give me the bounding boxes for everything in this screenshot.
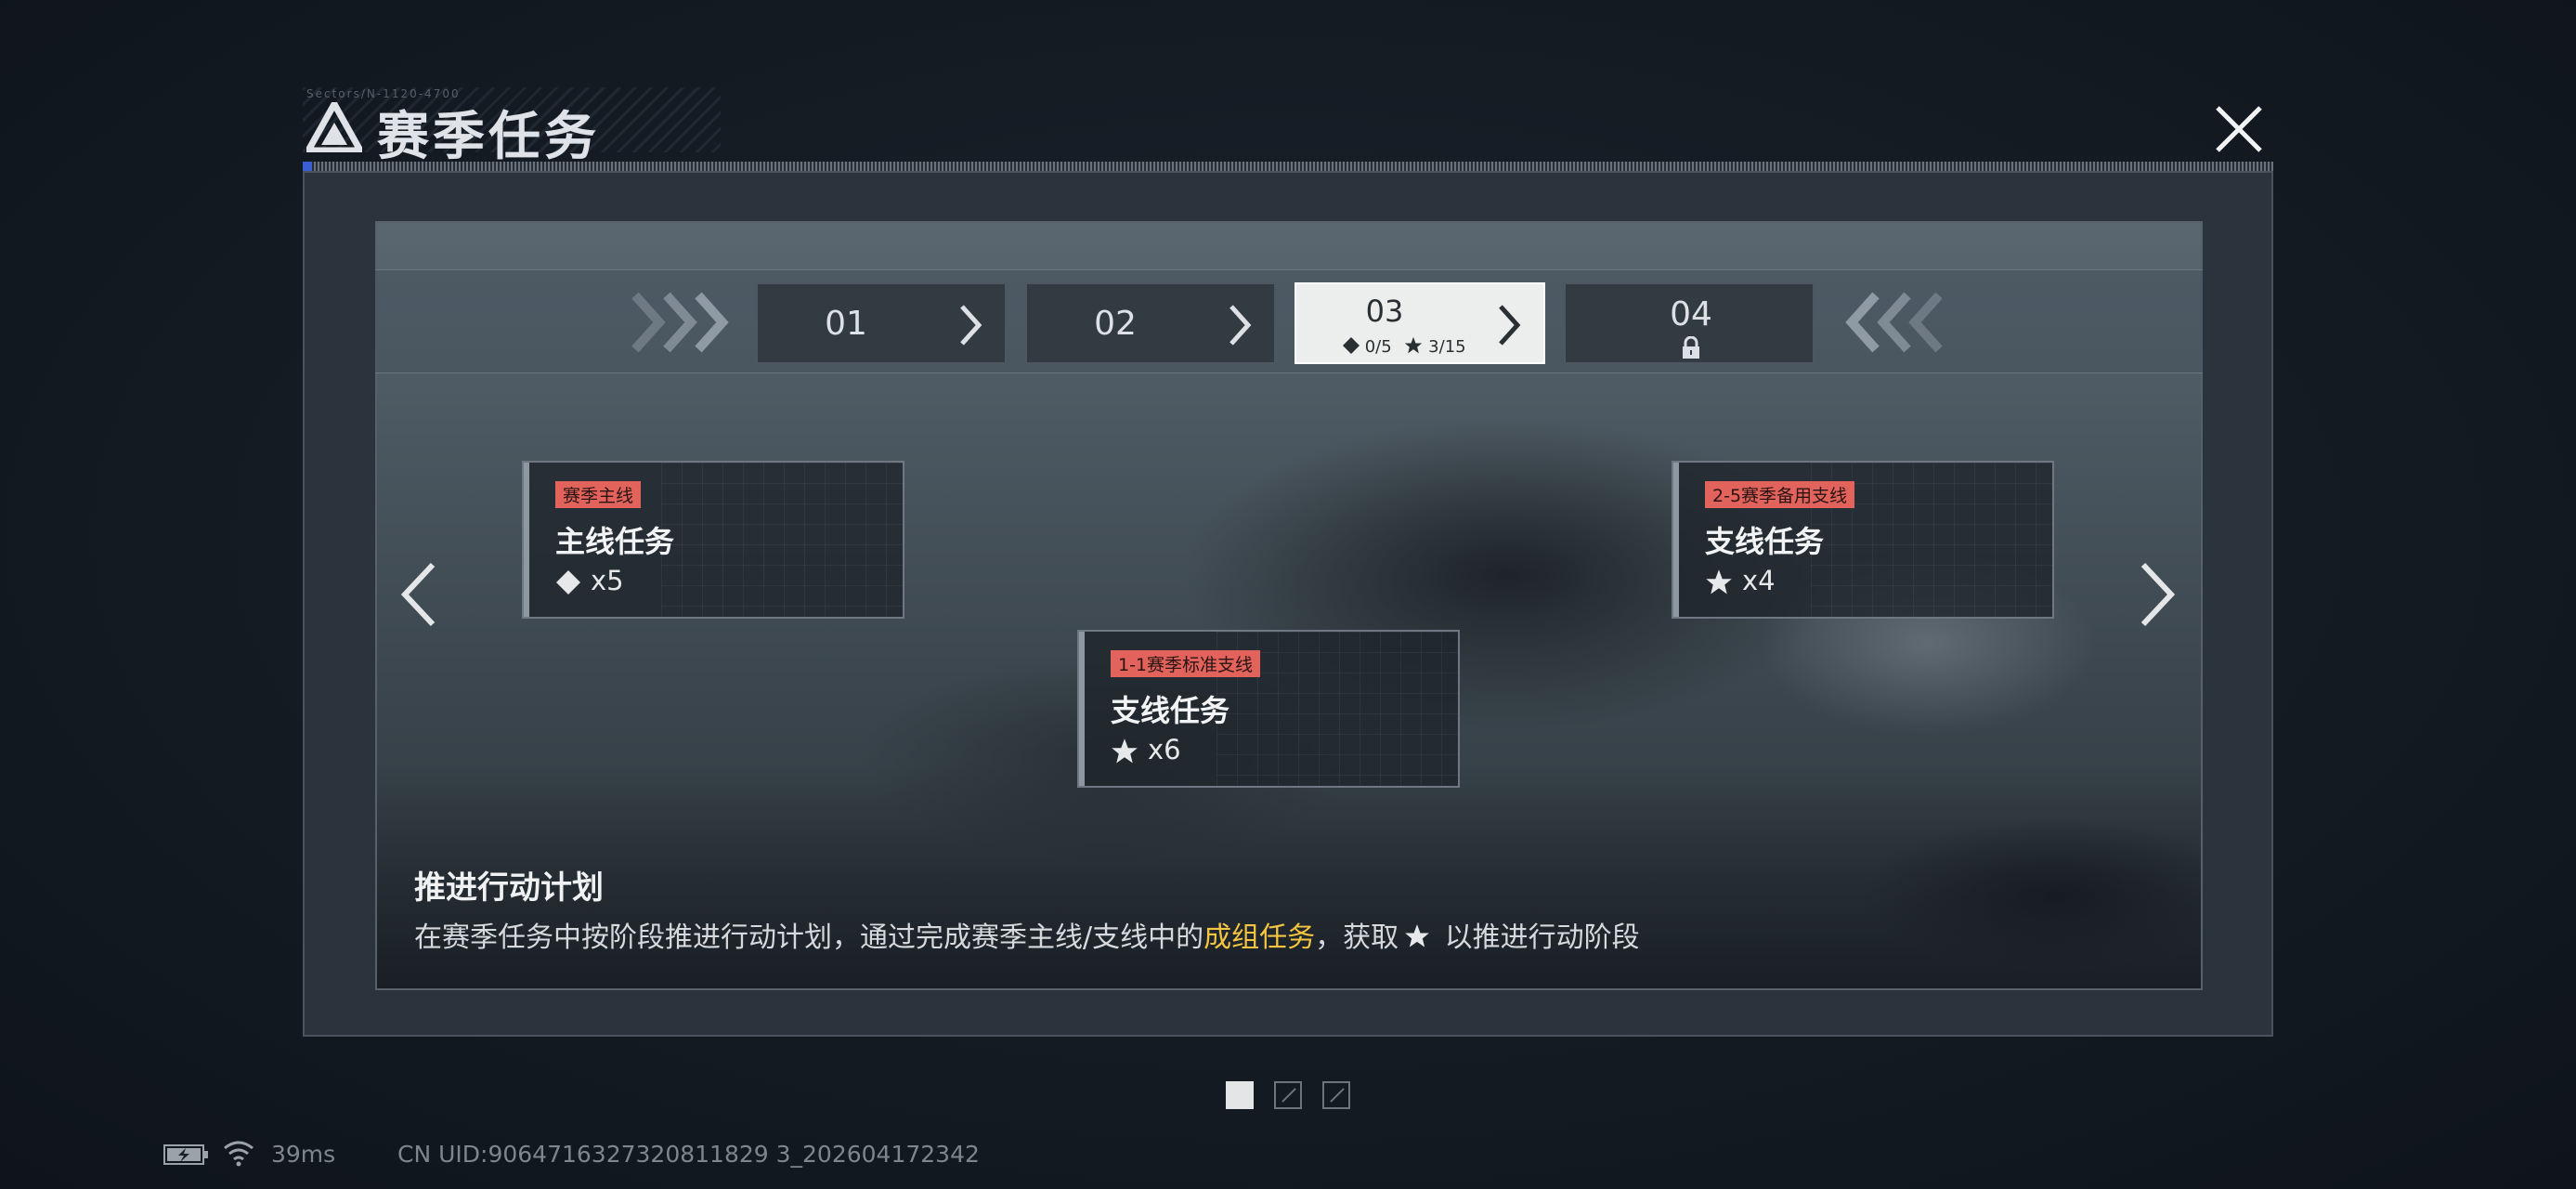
lock-icon bbox=[1683, 335, 1699, 359]
close-icon[interactable] bbox=[2206, 97, 2271, 162]
mission-card-side-1[interactable]: 1-1赛季标准支线 支线任务 x6 bbox=[1077, 630, 1460, 788]
mission-title: 主线任务 bbox=[555, 524, 675, 559]
star-icon bbox=[1405, 336, 1423, 354]
stage-tab-02[interactable]: 02 bbox=[1025, 282, 1276, 364]
stage-number: 01 bbox=[825, 305, 867, 343]
stage-tab-03[interactable]: 03 0/5 3/15 bbox=[1295, 282, 1545, 364]
uid-text: CN UID:9064716327320811829 3_20260417234… bbox=[397, 1141, 980, 1168]
page-indicator-3[interactable] bbox=[1322, 1081, 1350, 1109]
prev-arrow-icon[interactable] bbox=[396, 557, 442, 632]
stage-tab-01[interactable]: 01 bbox=[756, 282, 1007, 364]
mission-count: x4 bbox=[1705, 565, 1776, 596]
stage-progress: 0/5 3/15 bbox=[1343, 336, 1466, 357]
mission-title: 支线任务 bbox=[1705, 524, 1825, 559]
diamond-icon bbox=[556, 570, 580, 594]
header-divider bbox=[303, 162, 2273, 171]
info-title: 推进行动计划 bbox=[414, 869, 604, 907]
info-description: 在赛季任务中按阶段推进行动计划，通过完成赛季主线/支线中的成组任务，获取 以推进… bbox=[414, 921, 1640, 954]
star-icon bbox=[1112, 738, 1138, 764]
mission-tag: 2-5赛季备用支线 bbox=[1705, 481, 1855, 508]
battery-charging-icon bbox=[163, 1144, 208, 1165]
chevron-right-icon bbox=[1229, 305, 1252, 346]
chevrons-left-decoration bbox=[1845, 292, 1943, 353]
star-progress: 3/15 bbox=[1428, 337, 1466, 357]
diamond-icon bbox=[1343, 337, 1360, 354]
stage-number: 02 bbox=[1094, 305, 1137, 343]
mission-count: x5 bbox=[555, 565, 624, 596]
next-arrow-icon[interactable] bbox=[2134, 557, 2180, 632]
page-indicator-2[interactable] bbox=[1274, 1081, 1302, 1109]
diamond-progress: 0/5 bbox=[1364, 337, 1392, 357]
mission-count: x6 bbox=[1111, 734, 1181, 765]
chevron-right-icon bbox=[960, 305, 982, 346]
star-icon bbox=[1706, 569, 1732, 594]
mission-tag: 1-1赛季标准支线 bbox=[1111, 650, 1261, 677]
stage-tab-04[interactable]: 04 bbox=[1564, 282, 1815, 364]
page-indicator-1[interactable] bbox=[1226, 1081, 1254, 1109]
chevron-right-icon bbox=[1499, 305, 1521, 346]
triangle-logo-icon bbox=[306, 102, 362, 152]
stage-number: 03 bbox=[1365, 294, 1404, 329]
star-icon bbox=[1405, 924, 1429, 947]
chevrons-right-decoration bbox=[631, 292, 729, 353]
mission-card-main[interactable]: 赛季主线 主线任务 x5 bbox=[522, 461, 904, 619]
mission-title: 支线任务 bbox=[1111, 693, 1230, 728]
ping-text: 39ms bbox=[271, 1141, 336, 1168]
mission-card-side-2[interactable]: 2-5赛季备用支线 支线任务 x4 bbox=[1672, 461, 2054, 619]
mission-tag: 赛季主线 bbox=[555, 481, 642, 508]
page-title: 赛季任务 bbox=[377, 107, 600, 167]
header-accent bbox=[303, 162, 312, 171]
wifi-icon bbox=[224, 1141, 254, 1167]
stage-number: 04 bbox=[1670, 295, 1712, 333]
highlight-text: 成组任务 bbox=[1203, 921, 1316, 954]
